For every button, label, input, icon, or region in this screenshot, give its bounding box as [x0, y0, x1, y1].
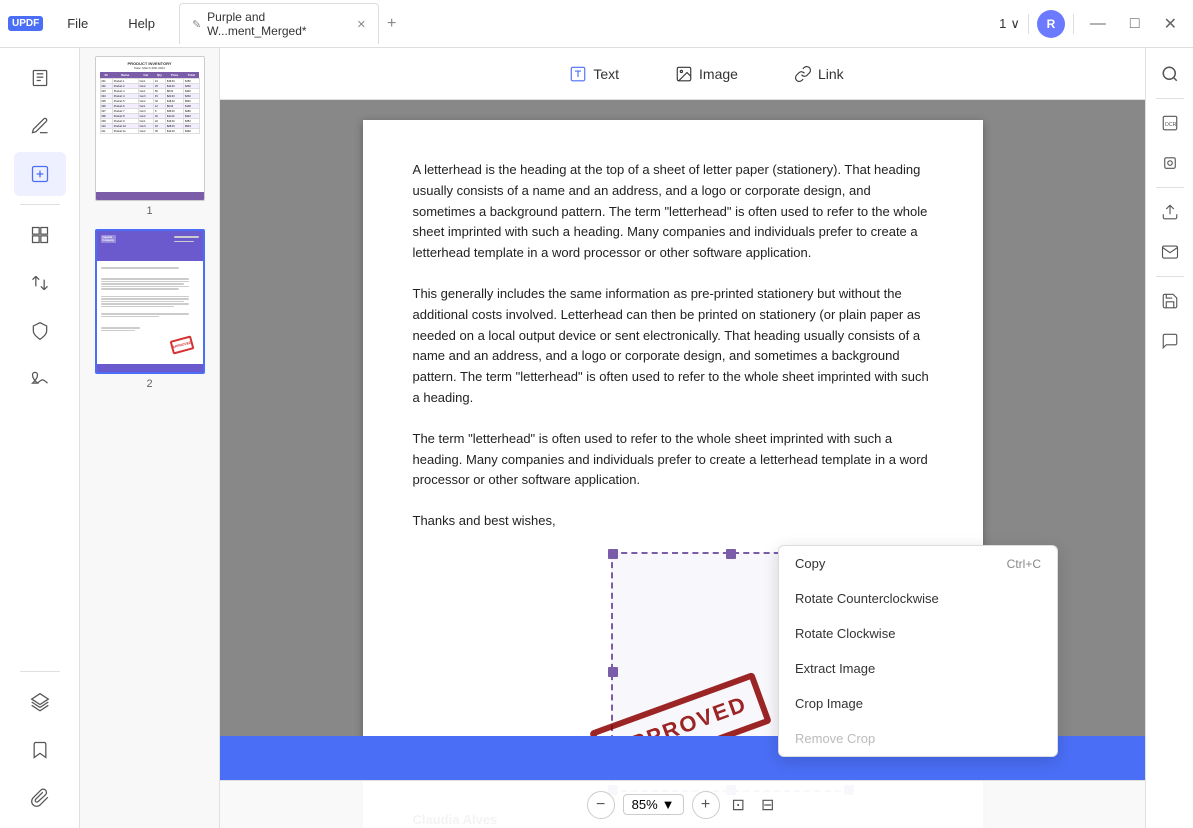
ctx-rotate-ccw[interactable]: Rotate Counterclockwise [779, 581, 1057, 616]
tab-icon: ✎ [192, 18, 201, 31]
svg-text:OCR: OCR [1164, 122, 1176, 128]
sidebar-item-convert[interactable] [14, 261, 66, 305]
comment-button[interactable] [1152, 323, 1188, 359]
sidebar-item-edit[interactable] [14, 152, 66, 196]
sidebar-item-attach[interactable] [14, 776, 66, 820]
ctx-copy-shortcut: Ctrl+C [1007, 557, 1041, 571]
para-3: The term "letterhead" is often used to r… [413, 429, 933, 491]
right-action-bar: OCR [1145, 48, 1193, 828]
ctx-rotate-cw-label: Rotate Clockwise [795, 626, 895, 641]
ctx-remove-crop-label: Remove Crop [795, 731, 875, 746]
ctx-extract[interactable]: Extract Image [779, 651, 1057, 686]
title-bar: UPDF File Help ✎ Purple and W...ment_Mer… [0, 0, 1193, 48]
thumb-header-1: PRODUCT INVENTORY Date: March 30th 2024 … [96, 57, 204, 136]
ctx-copy-label: Copy [795, 556, 825, 571]
sidebar-divider [20, 204, 60, 205]
toolbar-text[interactable]: Text [557, 59, 631, 89]
ctx-rotate-cw[interactable]: Rotate Clockwise [779, 616, 1057, 651]
edit-toolbar: Text Image Link [220, 48, 1193, 100]
zoom-in-button[interactable]: + [692, 791, 720, 819]
right-divider-1 [1156, 98, 1184, 99]
export-icon [1161, 203, 1179, 221]
tab-label: Purple and W...ment_Merged* [207, 10, 347, 38]
active-tab[interactable]: ✎ Purple and W...ment_Merged* ✕ [179, 3, 379, 44]
link-tool-icon [794, 65, 812, 83]
thumbnail-panel: PRODUCT INVENTORY Date: March 30th 2024 … [80, 48, 220, 828]
right-divider-2 [1156, 187, 1184, 188]
maximize-button[interactable]: □ [1122, 11, 1148, 37]
ocr-icon: OCR [1161, 114, 1179, 132]
right-divider-3 [1156, 276, 1184, 277]
sidebar-item-bookmark[interactable] [14, 728, 66, 772]
thumbnail-1[interactable]: PRODUCT INVENTORY Date: March 30th 2024 … [88, 56, 211, 217]
share-button[interactable] [1152, 234, 1188, 270]
handle-tm[interactable] [726, 549, 736, 559]
sidebar-item-sign[interactable] [14, 357, 66, 401]
para-4: Thanks and best wishes, [413, 511, 933, 532]
left-sidebar [0, 48, 80, 828]
ctx-extract-label: Extract Image [795, 661, 875, 676]
page-indicator[interactable]: 1 ∨ [999, 16, 1020, 32]
user-avatar[interactable]: R [1037, 10, 1065, 38]
ctx-remove-crop: Remove Crop [779, 721, 1057, 756]
share-icon [1161, 243, 1179, 261]
logo-box: UPDF [8, 16, 43, 31]
thumb-num-1: 1 [146, 205, 152, 217]
zoom-value: 85% [632, 797, 658, 812]
app-logo: UPDF [8, 16, 43, 31]
search-button[interactable] [1152, 56, 1188, 92]
tab-area: ✎ Purple and W...ment_Merged* ✕ + [179, 3, 999, 44]
sidebar-divider2 [20, 671, 60, 672]
save-icon [1161, 292, 1179, 310]
window-controls: — □ ✕ [1082, 10, 1185, 38]
zoom-out-button[interactable]: − [587, 791, 615, 819]
divider2 [1073, 14, 1074, 34]
thumb-num-2: 2 [146, 378, 152, 390]
sidebar-item-layers[interactable] [14, 680, 66, 724]
close-button[interactable]: ✕ [1156, 10, 1185, 38]
sidebar-item-pages[interactable] [14, 56, 66, 100]
image-label: Image [699, 66, 738, 82]
thumb-frame-1: PRODUCT INVENTORY Date: March 30th 2024 … [95, 56, 205, 201]
sidebar-item-annotate[interactable] [14, 104, 66, 148]
para-1: A letterhead is the heading at the top o… [413, 160, 933, 264]
search-icon [1161, 65, 1179, 83]
bottom-bar: − 85% ▼ + ⊡ ⊟ [220, 780, 1145, 828]
zoom-selector[interactable]: 85% ▼ [623, 794, 684, 815]
thumbnail-2[interactable]: ingoudeCompany [88, 229, 211, 390]
link-label: Link [818, 66, 844, 82]
sidebar-item-organize[interactable] [14, 213, 66, 257]
ctx-crop[interactable]: Crop Image [779, 686, 1057, 721]
comment-icon [1161, 332, 1179, 350]
ctx-rotate-ccw-label: Rotate Counterclockwise [795, 591, 939, 606]
fit-page-button[interactable]: ⊡ [728, 791, 749, 819]
divider [1028, 14, 1029, 34]
fit-width-button[interactable]: ⊟ [757, 791, 778, 819]
thumb-frame-2: ingoudeCompany [95, 229, 205, 374]
scan-icon [1161, 154, 1179, 172]
tab-close-button[interactable]: ✕ [357, 18, 366, 31]
para-2: This generally includes the same informa… [413, 284, 933, 409]
toolbar-image[interactable]: Image [663, 59, 750, 89]
ctx-crop-label: Crop Image [795, 696, 863, 711]
minimize-button[interactable]: — [1082, 11, 1114, 37]
export-button[interactable] [1152, 194, 1188, 230]
add-tab-button[interactable]: + [387, 15, 396, 33]
sidebar-item-protect[interactable] [14, 309, 66, 353]
sidebar-bottom [14, 667, 66, 820]
save-button[interactable] [1152, 283, 1188, 319]
handle-tl[interactable] [608, 549, 618, 559]
context-menu: Copy Ctrl+C Rotate Counterclockwise Rota… [778, 545, 1058, 757]
toolbar-link[interactable]: Link [782, 59, 856, 89]
text-label: Text [593, 66, 619, 82]
scan-button[interactable] [1152, 145, 1188, 181]
menu-file[interactable]: File [59, 12, 96, 35]
menu-bar: File Help [59, 12, 163, 35]
menu-help[interactable]: Help [120, 12, 163, 35]
ctx-copy[interactable]: Copy Ctrl+C [779, 546, 1057, 581]
image-tool-icon [675, 65, 693, 83]
ocr-button[interactable]: OCR [1152, 105, 1188, 141]
zoom-chevron-icon: ▼ [662, 797, 675, 812]
text-tool-icon [569, 65, 587, 83]
